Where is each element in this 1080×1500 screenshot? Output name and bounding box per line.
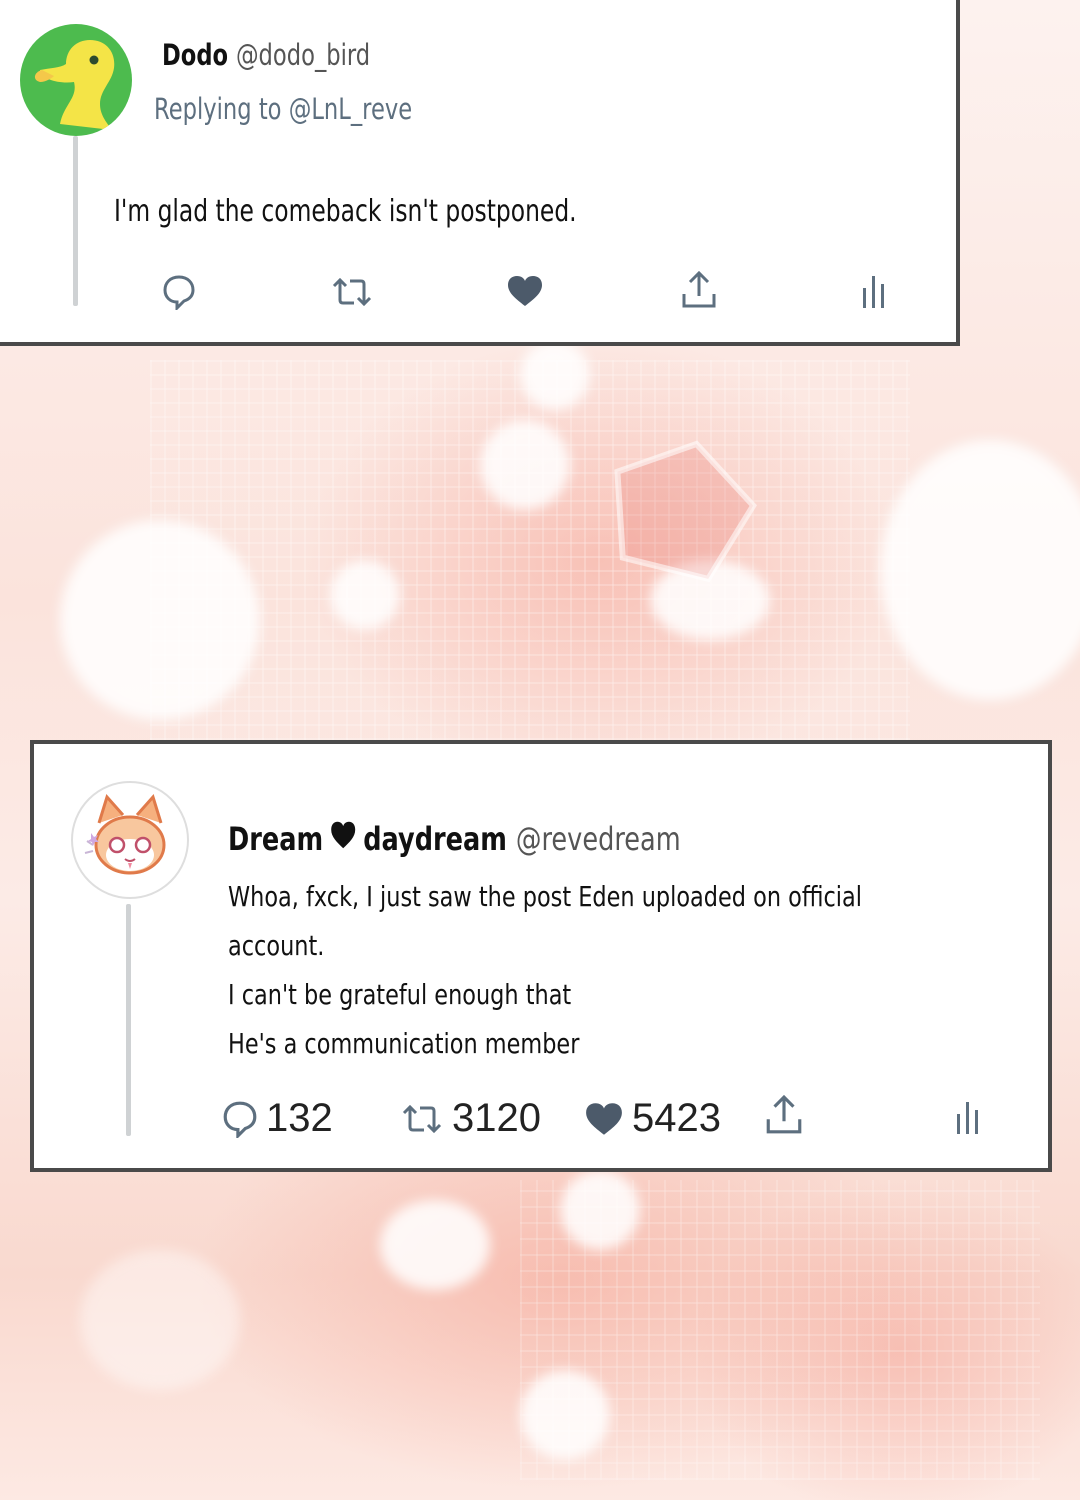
display-name-first[interactable]: Dream <box>228 820 323 858</box>
tweet-action-bar <box>0 266 958 322</box>
display-name-second[interactable]: daydream <box>363 820 507 858</box>
bokeh-light <box>520 1370 610 1460</box>
analytics-icon <box>957 1102 978 1134</box>
reply-button[interactable] <box>162 274 196 310</box>
like-button[interactable] <box>506 274 544 308</box>
user-handle[interactable]: @dodo_bird <box>236 38 370 72</box>
bokeh-light <box>520 340 590 410</box>
like-icon <box>586 1102 622 1135</box>
retweet-button[interactable]: 3120 <box>400 1096 541 1141</box>
duck-avatar-icon[interactable] <box>20 24 132 136</box>
tweet-text-line: I can't be grateful enough that <box>228 978 572 1011</box>
main-tweet-card[interactable]: Dream daydream @revedream Whoa, fxck, I j… <box>30 740 1052 1172</box>
tweet-text: I'm glad the comeback isn't postponed. <box>114 194 577 229</box>
cat-avatar-icon[interactable] <box>71 781 189 899</box>
tweet-text-line: account. <box>228 929 325 962</box>
tweet-action-bar: 132 3120 5423 <box>34 1092 1054 1148</box>
share-icon <box>682 270 716 308</box>
tweet-text-line: He's a communication member <box>228 1027 580 1060</box>
reply-icon <box>163 275 195 310</box>
retweet-icon <box>332 277 372 307</box>
reply-count: 132 <box>266 1096 333 1140</box>
bokeh-light <box>480 420 570 510</box>
background-grid-pattern <box>150 360 910 740</box>
pentagon-outline-shape <box>614 440 757 583</box>
like-count: 5423 <box>632 1096 721 1140</box>
reply-icon <box>223 1101 257 1138</box>
retweet-count: 3120 <box>452 1096 541 1140</box>
heart-icon <box>330 820 357 858</box>
tweet-text: Whoa, fxck, I just saw the post Eden upl… <box>228 872 862 1068</box>
analytics-button[interactable] <box>860 274 888 310</box>
bokeh-light <box>560 1170 640 1250</box>
reply-author[interactable]: Dodo @dodo_bird <box>162 38 370 72</box>
like-button[interactable]: 5423 <box>584 1096 721 1141</box>
share-button[interactable] <box>680 270 718 310</box>
replying-to-label[interactable]: Replying to @LnL_reve <box>154 92 412 126</box>
retweet-icon <box>402 1104 442 1133</box>
share-icon <box>766 1094 802 1134</box>
retweet-button[interactable] <box>330 276 374 308</box>
analytics-button[interactable] <box>954 1100 982 1136</box>
tweet-text-line: Whoa, fxck, I just saw the post Eden upl… <box>228 880 862 913</box>
user-handle[interactable]: @revedream <box>516 820 681 858</box>
analytics-icon <box>863 276 884 308</box>
share-button[interactable] <box>764 1094 804 1136</box>
reply-button[interactable]: 132 <box>222 1096 333 1141</box>
reply-tweet-card[interactable]: Dodo @dodo_bird Replying to @LnL_reve I'… <box>0 0 960 346</box>
display-name[interactable]: Dodo <box>162 38 228 72</box>
bokeh-light <box>380 1200 490 1290</box>
bokeh-light <box>60 520 260 720</box>
like-icon <box>508 276 542 306</box>
bokeh-light <box>330 560 400 630</box>
main-author[interactable]: Dream daydream @revedream <box>228 820 681 858</box>
bokeh-light <box>80 1250 240 1390</box>
